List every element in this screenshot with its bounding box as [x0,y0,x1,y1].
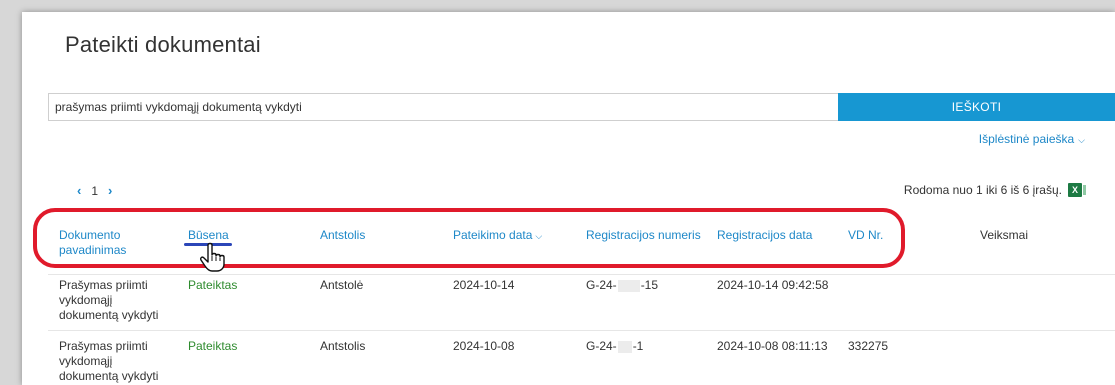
advanced-search-link[interactable]: Išplėstinė paieška ⌵ [979,132,1085,146]
pagination: ‹ 1 › [77,183,112,198]
advanced-search-label: Išplėstinė paieška [978,132,1075,146]
hand-cursor-icon [200,242,225,272]
reg-number-cell: G-24- -15 [586,278,658,293]
status-cell: Pateiktas [188,339,238,353]
prev-page-button[interactable]: ‹ [77,183,81,198]
page-title: Pateikti dokumentai [65,32,261,57]
header-highlight-annotation [33,208,905,268]
row-divider [48,274,1115,275]
record-count: Rodoma nuo 1 iki 6 iš 6 įrašų. X [903,183,1086,197]
vd-nr-cell: 332275 [848,339,889,353]
reg-number-prefix: G-24- [586,339,617,353]
next-page-button[interactable]: › [108,183,112,198]
content-panel: Pateikti dokumentai IEŠKOTI Išplėstinė p… [22,12,1115,385]
redacted-mask [617,340,632,353]
reg-number-suffix: -15 [640,278,659,292]
reg-number-suffix: -1 [632,339,644,353]
reg-number-cell: G-24- -1 [586,339,643,354]
search-button[interactable]: IEŠKOTI [838,93,1115,121]
redacted-mask [617,279,640,292]
bailiff-cell: Antstolė [320,278,364,292]
submit-date-cell: 2024-10-08 [453,339,515,353]
doc-name-cell[interactable]: Prašymas priimti vykdomąjį dokumentą vyk… [59,278,169,323]
record-count-text: Rodoma nuo 1 iki 6 iš 6 įrašų. [903,183,1062,197]
row-divider [48,330,1115,331]
submit-date-cell: 2024-10-14 [453,278,515,292]
bailiff-cell: Antstolis [320,339,366,353]
excel-icon[interactable]: X [1068,183,1086,197]
doc-name-cell[interactable]: Prašymas priimti vykdomąjį dokumentą vyk… [59,339,169,384]
reg-number-prefix: G-24- [586,278,617,292]
reg-date-cell: 2024-10-08 08:11:13 [717,339,828,353]
search-input[interactable] [48,93,838,121]
chevron-down-icon: ⌵ [1078,135,1085,145]
status-cell: Pateiktas [188,278,238,292]
header-actions: Veiksmai [980,228,1029,242]
current-page[interactable]: 1 [91,184,98,198]
reg-date-cell: 2024-10-14 09:42:58 [717,278,829,292]
